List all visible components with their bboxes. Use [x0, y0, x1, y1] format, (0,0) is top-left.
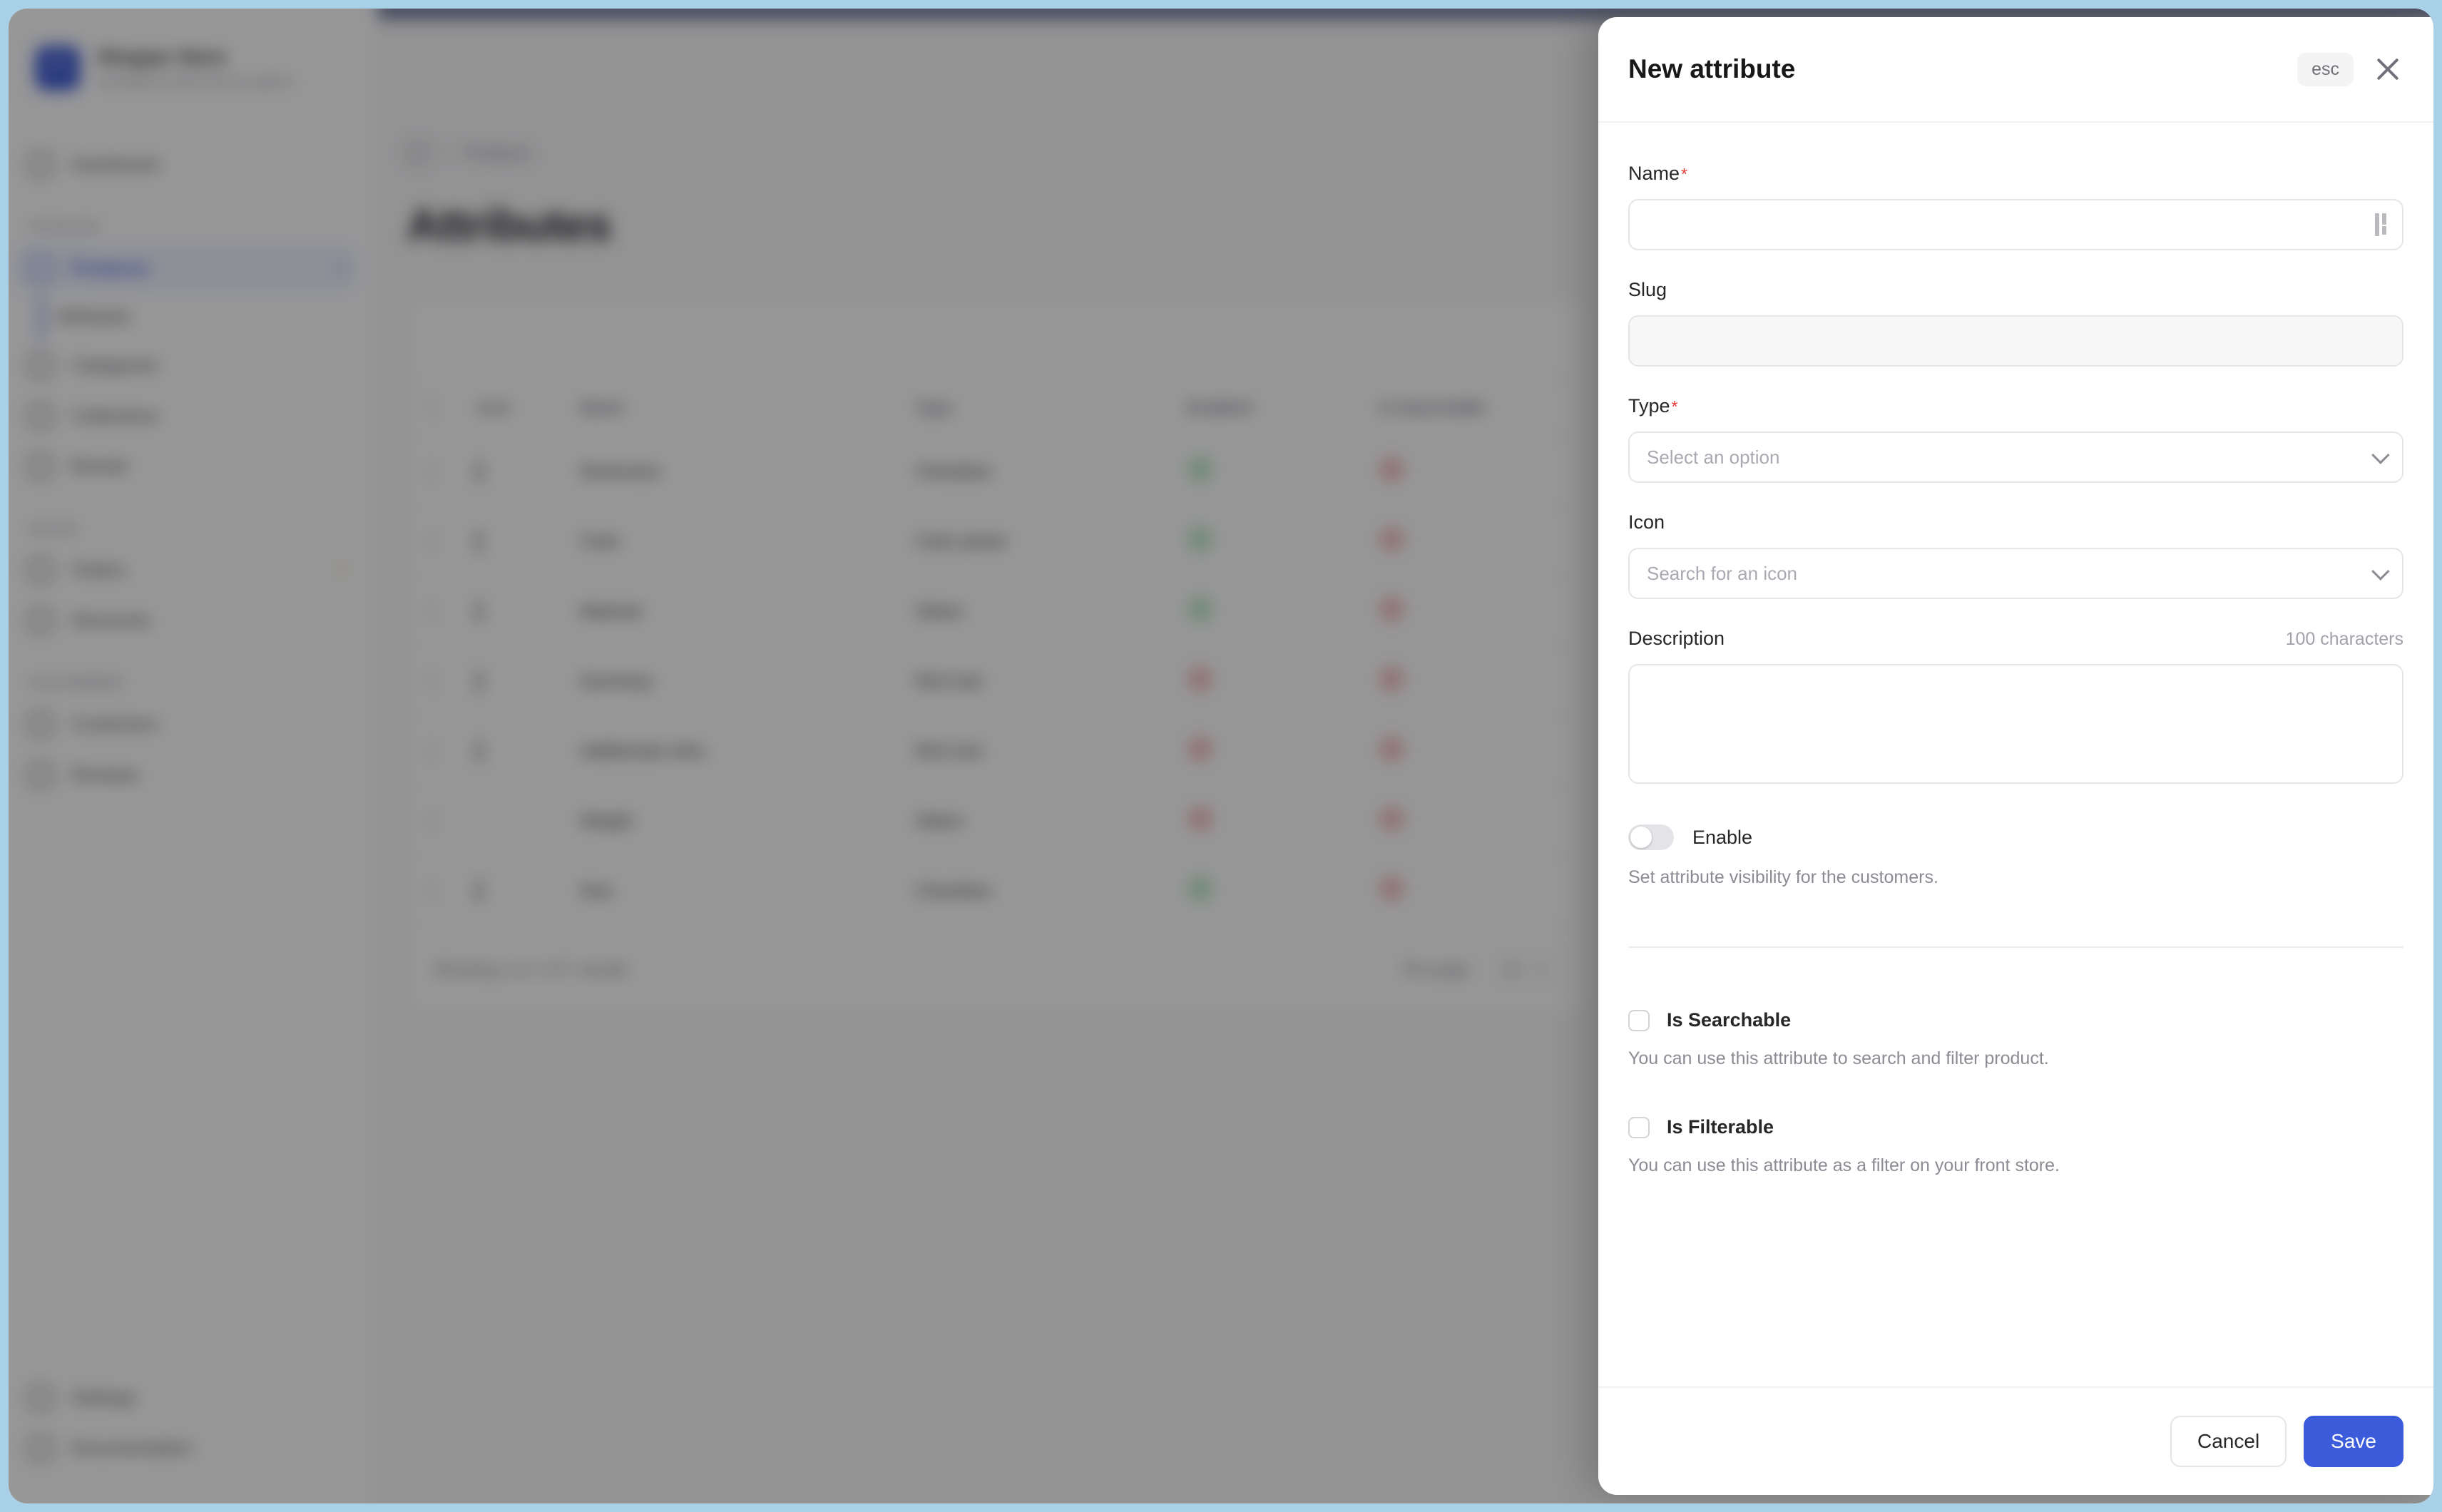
slug-label: Slug: [1628, 279, 1667, 301]
is-filterable-row: Is Filterable: [1628, 1116, 2403, 1138]
description-textarea[interactable]: [1628, 664, 2403, 784]
esc-badge[interactable]: esc: [2297, 53, 2354, 86]
new-attribute-modal: New attribute esc Name *: [1598, 17, 2433, 1495]
field-type: Type * Select an option: [1628, 395, 2403, 483]
modal-header: New attribute esc: [1598, 17, 2433, 123]
modal-body: Name * Slug Type: [1598, 123, 2433, 1386]
cancel-button[interactable]: Cancel: [2170, 1416, 2287, 1467]
is-searchable-hint: You can use this attribute to search and…: [1628, 1048, 2403, 1069]
close-icon[interactable]: [2372, 53, 2403, 85]
type-label: Type: [1628, 395, 1670, 417]
type-select[interactable]: Select an option: [1628, 431, 2403, 483]
slug-input[interactable]: [1628, 315, 2403, 367]
enable-hint: Set attribute visibility for the custome…: [1628, 867, 2403, 888]
enable-toggle[interactable]: [1628, 824, 1674, 850]
description-char-count: 100 characters: [2286, 629, 2403, 650]
is-searchable-checkbox[interactable]: [1628, 1010, 1650, 1031]
translate-icon[interactable]: [2375, 213, 2386, 236]
app-window: Shopper Store store@yourstorename.suppor…: [9, 9, 2433, 1503]
field-name: Name *: [1628, 163, 2403, 250]
icon-select[interactable]: Search for an icon: [1628, 548, 2403, 599]
is-searchable-row: Is Searchable: [1628, 1009, 2403, 1031]
is-filterable-hint: You can use this attribute as a filter o…: [1628, 1155, 2403, 1176]
chevron-down-icon: [2371, 562, 2389, 580]
name-label: Name: [1628, 163, 1680, 185]
field-slug: Slug: [1628, 279, 2403, 367]
enable-label: Enable: [1692, 827, 1752, 849]
required-marker: *: [1681, 166, 1687, 183]
field-icon: Icon Search for an icon: [1628, 511, 2403, 599]
icon-label: Icon: [1628, 511, 1665, 533]
field-description: Description 100 characters: [1628, 628, 2403, 787]
required-marker: *: [1672, 399, 1678, 415]
description-label: Description: [1628, 628, 1725, 650]
modal-title: New attribute: [1628, 54, 1795, 84]
enable-toggle-row: Enable: [1628, 824, 2403, 850]
chevron-down-icon: [2371, 446, 2389, 464]
modal-footer: Cancel Save: [1598, 1386, 2433, 1495]
save-button[interactable]: Save: [2304, 1416, 2403, 1467]
type-select-value: Select an option: [1647, 446, 1779, 469]
is-searchable-label: Is Searchable: [1667, 1009, 1791, 1031]
section-divider: [1628, 946, 2403, 948]
is-filterable-checkbox[interactable]: [1628, 1117, 1650, 1138]
name-input[interactable]: [1628, 199, 2403, 250]
is-filterable-label: Is Filterable: [1667, 1116, 1774, 1138]
icon-select-value: Search for an icon: [1647, 563, 1797, 585]
